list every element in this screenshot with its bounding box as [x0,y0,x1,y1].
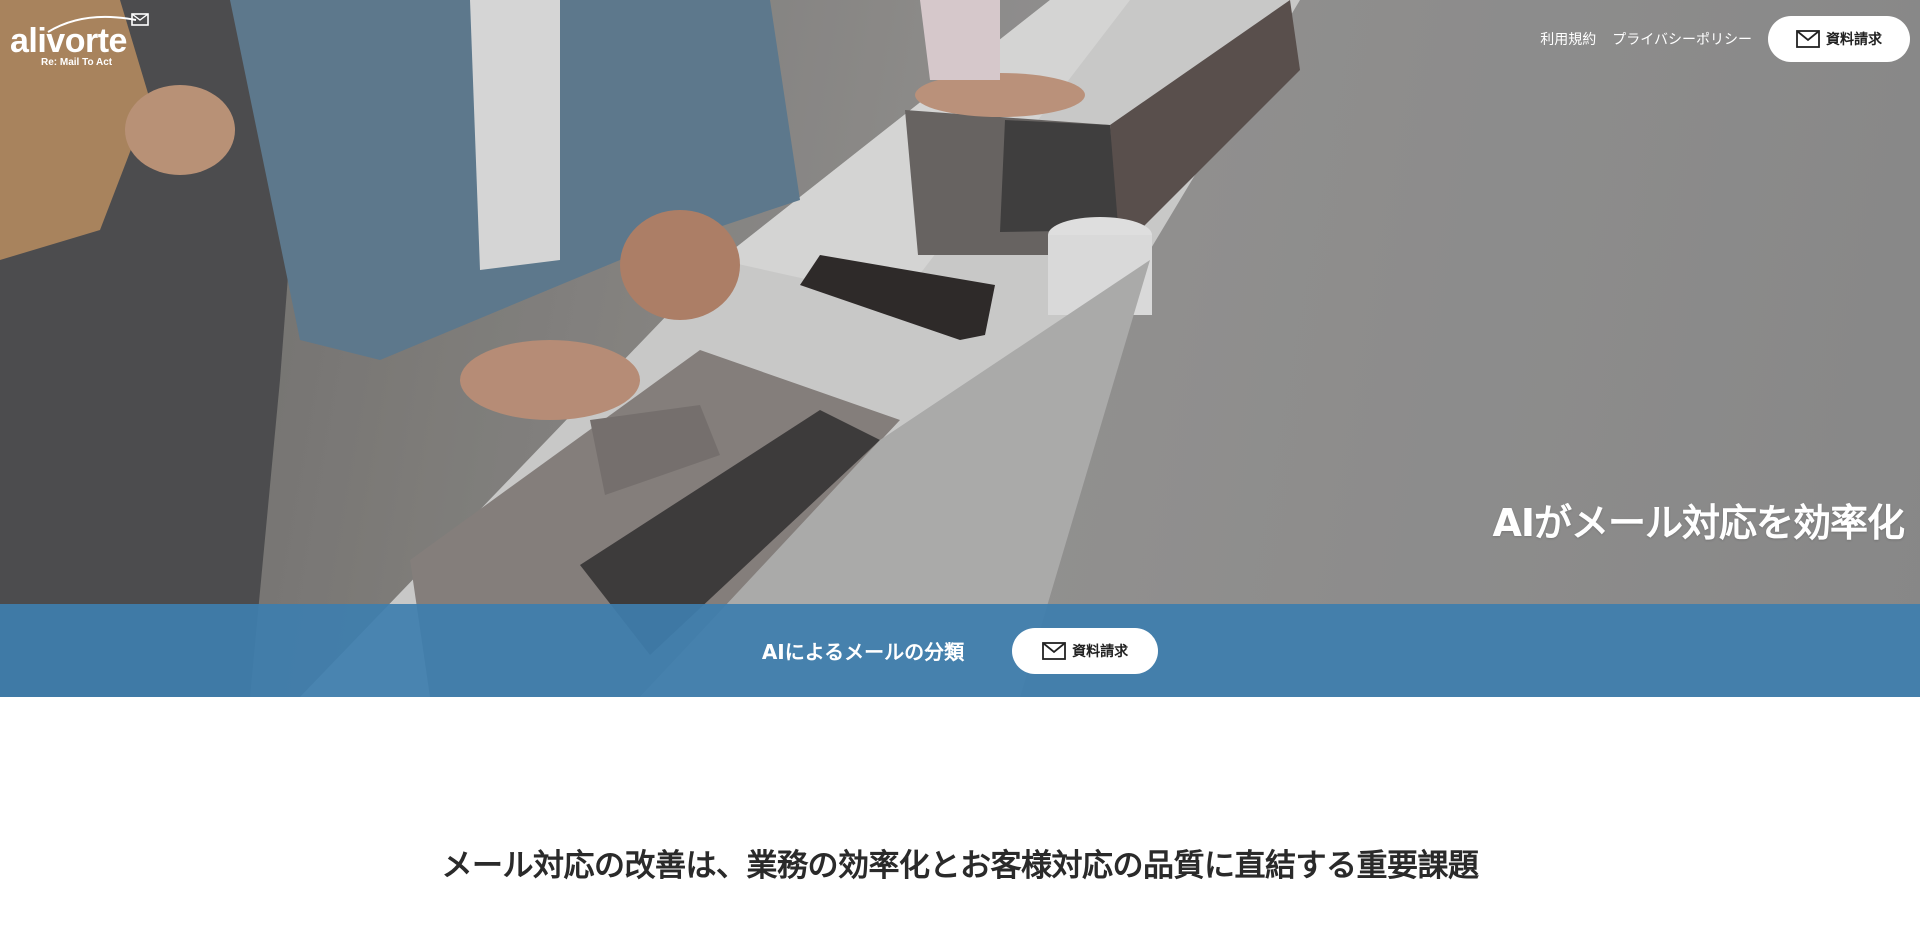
terms-link[interactable]: 利用規約 [1540,29,1596,49]
mail-icon [1042,641,1067,660]
band-document-request-label: 資料請求 [1072,643,1129,660]
header-document-request-button[interactable]: 資料請求 [1768,16,1910,62]
hero-title: AIがメール対応を効率化 [1492,501,1905,545]
top-navigation: 利用規約 プライバシーポリシー 資料請求 [1540,16,1910,62]
hero-background-image [0,0,1920,697]
header-document-request-label: 資料請求 [1826,32,1882,48]
cta-band: AIによるメールの分類 資料請求 [0,604,1920,697]
logo-wordmark: alivorte [10,22,127,60]
section-heading: メール対応の改善は、業務の効率化とお客様対応の品質に直結する重要課題 [441,848,1480,884]
hero-section: alivorte Re: Mail To Act 利用規約 プライバシーポリシー… [0,0,1920,697]
mail-icon [1796,30,1820,48]
cta-band-text: AIによるメールの分類 [761,640,965,664]
logo[interactable]: alivorte Re: Mail To Act [10,12,150,70]
band-document-request-button[interactable]: 資料請求 [1012,627,1159,674]
logo-tagline: Re: Mail To Act [41,57,113,68]
privacy-policy-link[interactable]: プライバシーポリシー [1612,29,1752,49]
